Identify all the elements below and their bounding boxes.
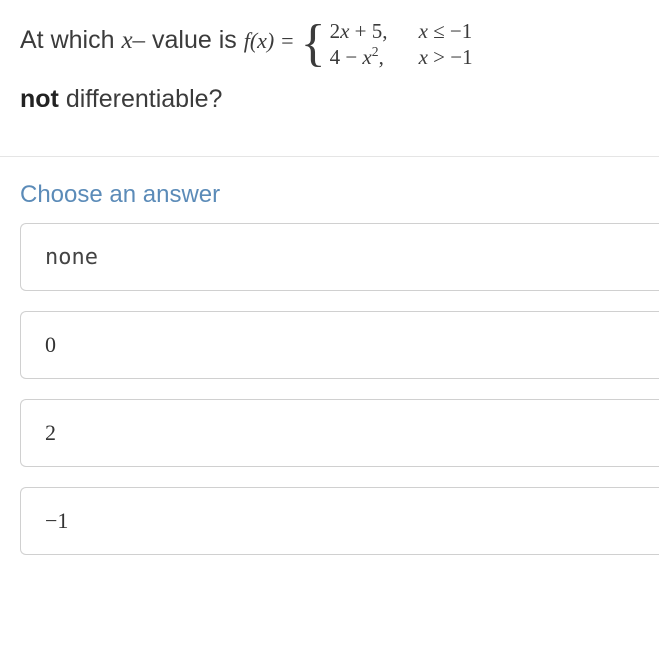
answer-option-neg1[interactable]: −1 [20,487,659,555]
question-prefix: At which [20,26,121,54]
left-brace-icon: { [301,23,326,65]
piece2-cond: x > −1 [419,44,473,70]
piecewise-row-2: 4 − x2, x > −1 [330,44,473,70]
answer-text: 0 [45,332,56,357]
choose-answer-label: Choose an answer [0,157,659,223]
piecewise-function: { 2x + 5, x ≤ −1 4 − x2, x > −1 [301,18,473,71]
function-lhs: f(x) = [244,28,295,53]
not-emphasis: not [20,85,59,113]
answer-option-2[interactable]: 2 [20,399,659,467]
answer-text: −1 [45,508,68,533]
piece2-expr: 4 − x2, [330,44,405,70]
answer-option-0[interactable]: 0 [20,311,659,379]
piecewise-row-1: 2x + 5, x ≤ −1 [330,18,473,44]
answer-list: none 0 2 −1 [0,223,659,555]
question-area: At which x– value is f(x) = { 2x + 5, x … [0,0,659,148]
question-rest: differentiable? [59,85,223,113]
question-xvar: x– [121,27,145,54]
answer-option-none[interactable]: none [20,223,659,291]
answer-text: none [45,245,98,270]
question-middle: value is [152,26,244,54]
piece1-expr: 2x + 5, [330,18,405,44]
answer-text: 2 [45,420,56,445]
piece1-cond: x ≤ −1 [419,18,473,44]
